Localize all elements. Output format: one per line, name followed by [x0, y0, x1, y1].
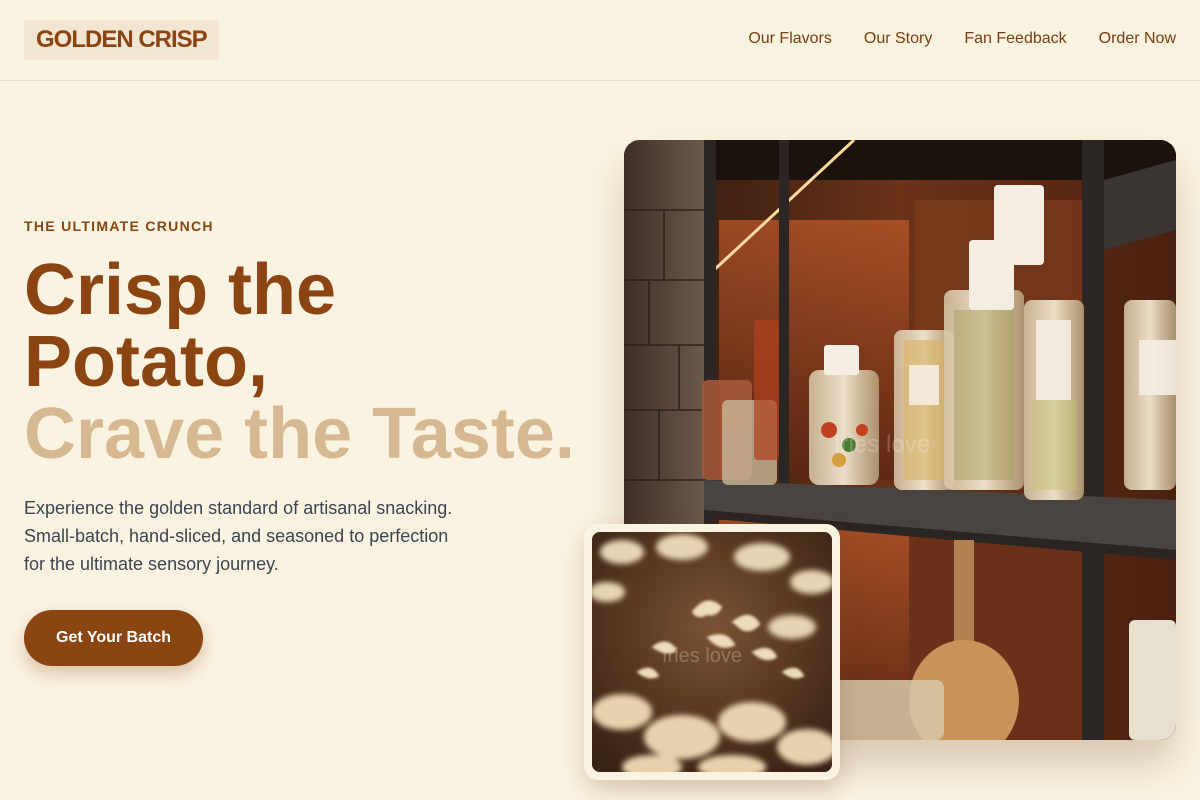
main-nav: Our Flavors Our Story Fan Feedback Order… [748, 29, 1176, 49]
nav-link-order-now[interactable]: Order Now [1099, 29, 1176, 49]
get-your-batch-button[interactable]: Get Your Batch [24, 610, 203, 666]
hero-title-line-2: Potato, [24, 322, 268, 402]
inset-image-watermark: fries love [662, 645, 742, 667]
hero-title-accent: Crave the Taste. [24, 394, 575, 474]
hero-title: Crisp the Potato, Crave the Taste. [24, 254, 604, 470]
nav-link-our-story[interactable]: Our Story [864, 29, 932, 49]
cashew-inset-frame: fries love [584, 524, 840, 780]
hero-description: Experience the golden standard of artisa… [24, 498, 453, 574]
site-header: GOLDEN CRISP Our Flavors Our Story Fan F… [0, 0, 1200, 81]
brand-logo[interactable]: GOLDEN CRISP [24, 20, 219, 60]
main-image-watermark: fries love [834, 431, 930, 458]
cashew-snack-image: fries love [592, 532, 832, 772]
nav-link-fan-feedback[interactable]: Fan Feedback [964, 29, 1066, 49]
hero-eyebrow: THE ULTIMATE CRUNCH [24, 218, 214, 234]
nav-link-our-flavors[interactable]: Our Flavors [748, 29, 832, 49]
hero-title-line-1: Crisp the [24, 250, 337, 330]
